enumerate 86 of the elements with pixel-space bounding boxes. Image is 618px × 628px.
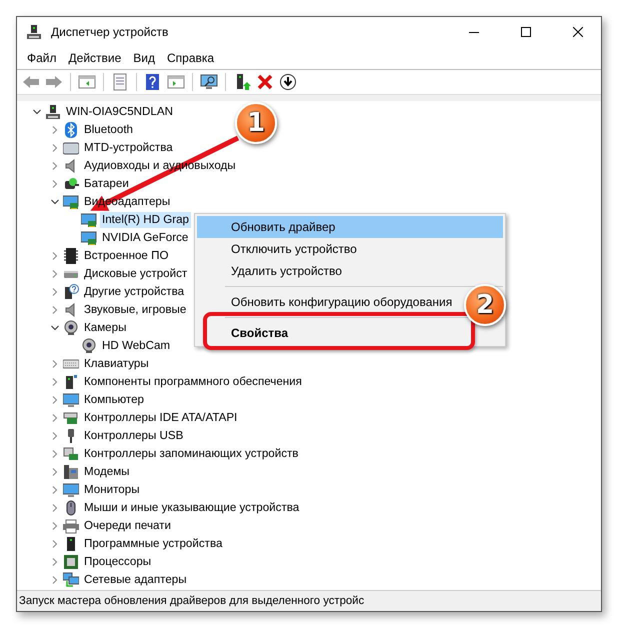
chip-icon — [63, 248, 79, 264]
expand-chevron-icon[interactable] — [51, 468, 59, 476]
panel-icon — [63, 140, 79, 156]
webcam-icon — [81, 338, 97, 354]
menu-item[interactable]: Вид — [127, 49, 161, 67]
expand-chevron-icon[interactable] — [51, 360, 59, 368]
tree-item[interactable]: Встроенное ПО — [82, 248, 170, 264]
expand-chevron-icon[interactable] — [51, 378, 59, 386]
menu-item[interactable]: Свойства — [197, 322, 294, 344]
battery-icon — [63, 176, 79, 192]
phone-icon — [63, 464, 79, 480]
computer-icon — [26, 24, 42, 40]
expand-chevron-icon[interactable] — [51, 270, 59, 278]
tree-item[interactable]: NVIDIA GeForce — [100, 230, 190, 246]
menu-item[interactable]: Справка — [161, 49, 220, 67]
tree-item[interactable]: Сетевые адаптеры — [82, 572, 189, 588]
expand-chevron-icon[interactable] — [51, 414, 59, 422]
tree-item[interactable]: Мониторы — [82, 482, 142, 498]
collapse-chevron-icon[interactable] — [51, 324, 59, 332]
collapse-chevron-icon[interactable] — [51, 198, 59, 206]
tree-item[interactable]: Компьютер — [82, 392, 146, 408]
card-icon — [63, 410, 79, 426]
tree-item[interactable]: Контроллеры USB — [82, 428, 186, 444]
monitor-icon — [81, 212, 97, 228]
computer-icon — [45, 104, 61, 120]
scan-monitor-icon[interactable] — [199, 72, 219, 92]
expand-chevron-icon[interactable] — [51, 486, 59, 494]
menu-item[interactable]: Файл — [21, 49, 63, 67]
printer-icon — [63, 518, 79, 534]
tree-item[interactable]: Bluetooth — [82, 122, 135, 138]
tree-item[interactable]: MTD-устройства — [82, 140, 175, 156]
question-device-icon — [63, 284, 79, 300]
device-icon — [63, 374, 79, 390]
network-icon — [63, 572, 79, 588]
tree-item[interactable]: HD WebCam — [100, 338, 172, 354]
expand-chevron-icon[interactable] — [51, 504, 59, 512]
tree-item[interactable]: Компоненты программного обеспечения — [82, 374, 304, 390]
bluetooth-icon — [63, 122, 79, 138]
storage-icon — [63, 446, 79, 462]
tree-item[interactable]: Другие устройства — [82, 284, 186, 300]
tree-item[interactable]: Контроллеры запоминающих устройств — [82, 446, 300, 462]
tree-item[interactable]: Батареи — [82, 176, 131, 192]
expand-chevron-icon[interactable] — [51, 126, 59, 134]
tree-item[interactable]: Дисковые устройст — [82, 266, 190, 282]
tree-item[interactable]: Звуковые, игровые — [82, 302, 188, 318]
expand-chevron-icon[interactable] — [51, 180, 59, 188]
expand-chevron-icon[interactable] — [51, 144, 59, 152]
expand-chevron-icon[interactable] — [51, 540, 59, 548]
download-icon[interactable] — [278, 72, 298, 92]
close-icon — [573, 27, 583, 37]
tree-item[interactable]: Контроллеры IDE ATA/ATAPI — [82, 410, 240, 426]
expand-chevron-icon[interactable] — [51, 306, 59, 314]
expand-chevron-icon[interactable] — [51, 522, 59, 530]
monitor-icon — [81, 230, 97, 246]
tree-item[interactable]: Очереди печати — [82, 518, 173, 534]
tree-item[interactable]: Камеры — [82, 320, 128, 336]
expand-chevron-icon[interactable] — [51, 162, 59, 170]
window-title: Диспетчер устройств — [51, 25, 170, 39]
expand-chevron-icon[interactable] — [51, 450, 59, 458]
menu-item[interactable]: Удалить устройство — [197, 260, 348, 282]
expand-chevron-icon[interactable] — [51, 576, 59, 584]
menu-item[interactable]: Обновить конфигурацию оборудования — [197, 291, 458, 313]
webcam-icon — [63, 320, 79, 336]
monitor-icon — [63, 482, 79, 498]
status-bar: Запуск мастера обновления драйверов для выделенного устройс — [17, 590, 601, 611]
menu-item[interactable]: Отключить устройство — [197, 238, 363, 260]
tree-item[interactable]: Программные устройства — [82, 536, 224, 552]
collapse-chevron-icon[interactable] — [33, 108, 41, 116]
tree-item[interactable]: Мыши и иные указывающие устройства — [82, 500, 302, 516]
delete-icon[interactable] — [255, 72, 275, 92]
expand-chevron-icon[interactable] — [51, 432, 59, 440]
expand-chevron-icon[interactable] — [51, 252, 59, 260]
tree-item[interactable]: Процессоры — [82, 554, 154, 570]
expand-chevron-icon[interactable] — [51, 288, 59, 296]
menu-item[interactable]: Обновить драйвер — [197, 216, 503, 238]
monitor-icon — [63, 194, 79, 210]
maximize-icon — [521, 27, 531, 37]
tree-item[interactable]: Intel(R) HD Grap — [100, 212, 191, 228]
expand-chevron-icon[interactable] — [51, 396, 59, 404]
tree-item[interactable]: Клавиатуры — [82, 356, 151, 372]
expand-chevron-icon[interactable] — [51, 558, 59, 566]
tree-item[interactable]: Модемы — [82, 464, 132, 480]
monitor-icon — [63, 392, 79, 408]
processor-icon — [63, 554, 79, 570]
menu-item[interactable]: Действие — [62, 49, 128, 67]
tree-item[interactable]: WIN-OIA9C5NDLAN — [64, 104, 175, 120]
